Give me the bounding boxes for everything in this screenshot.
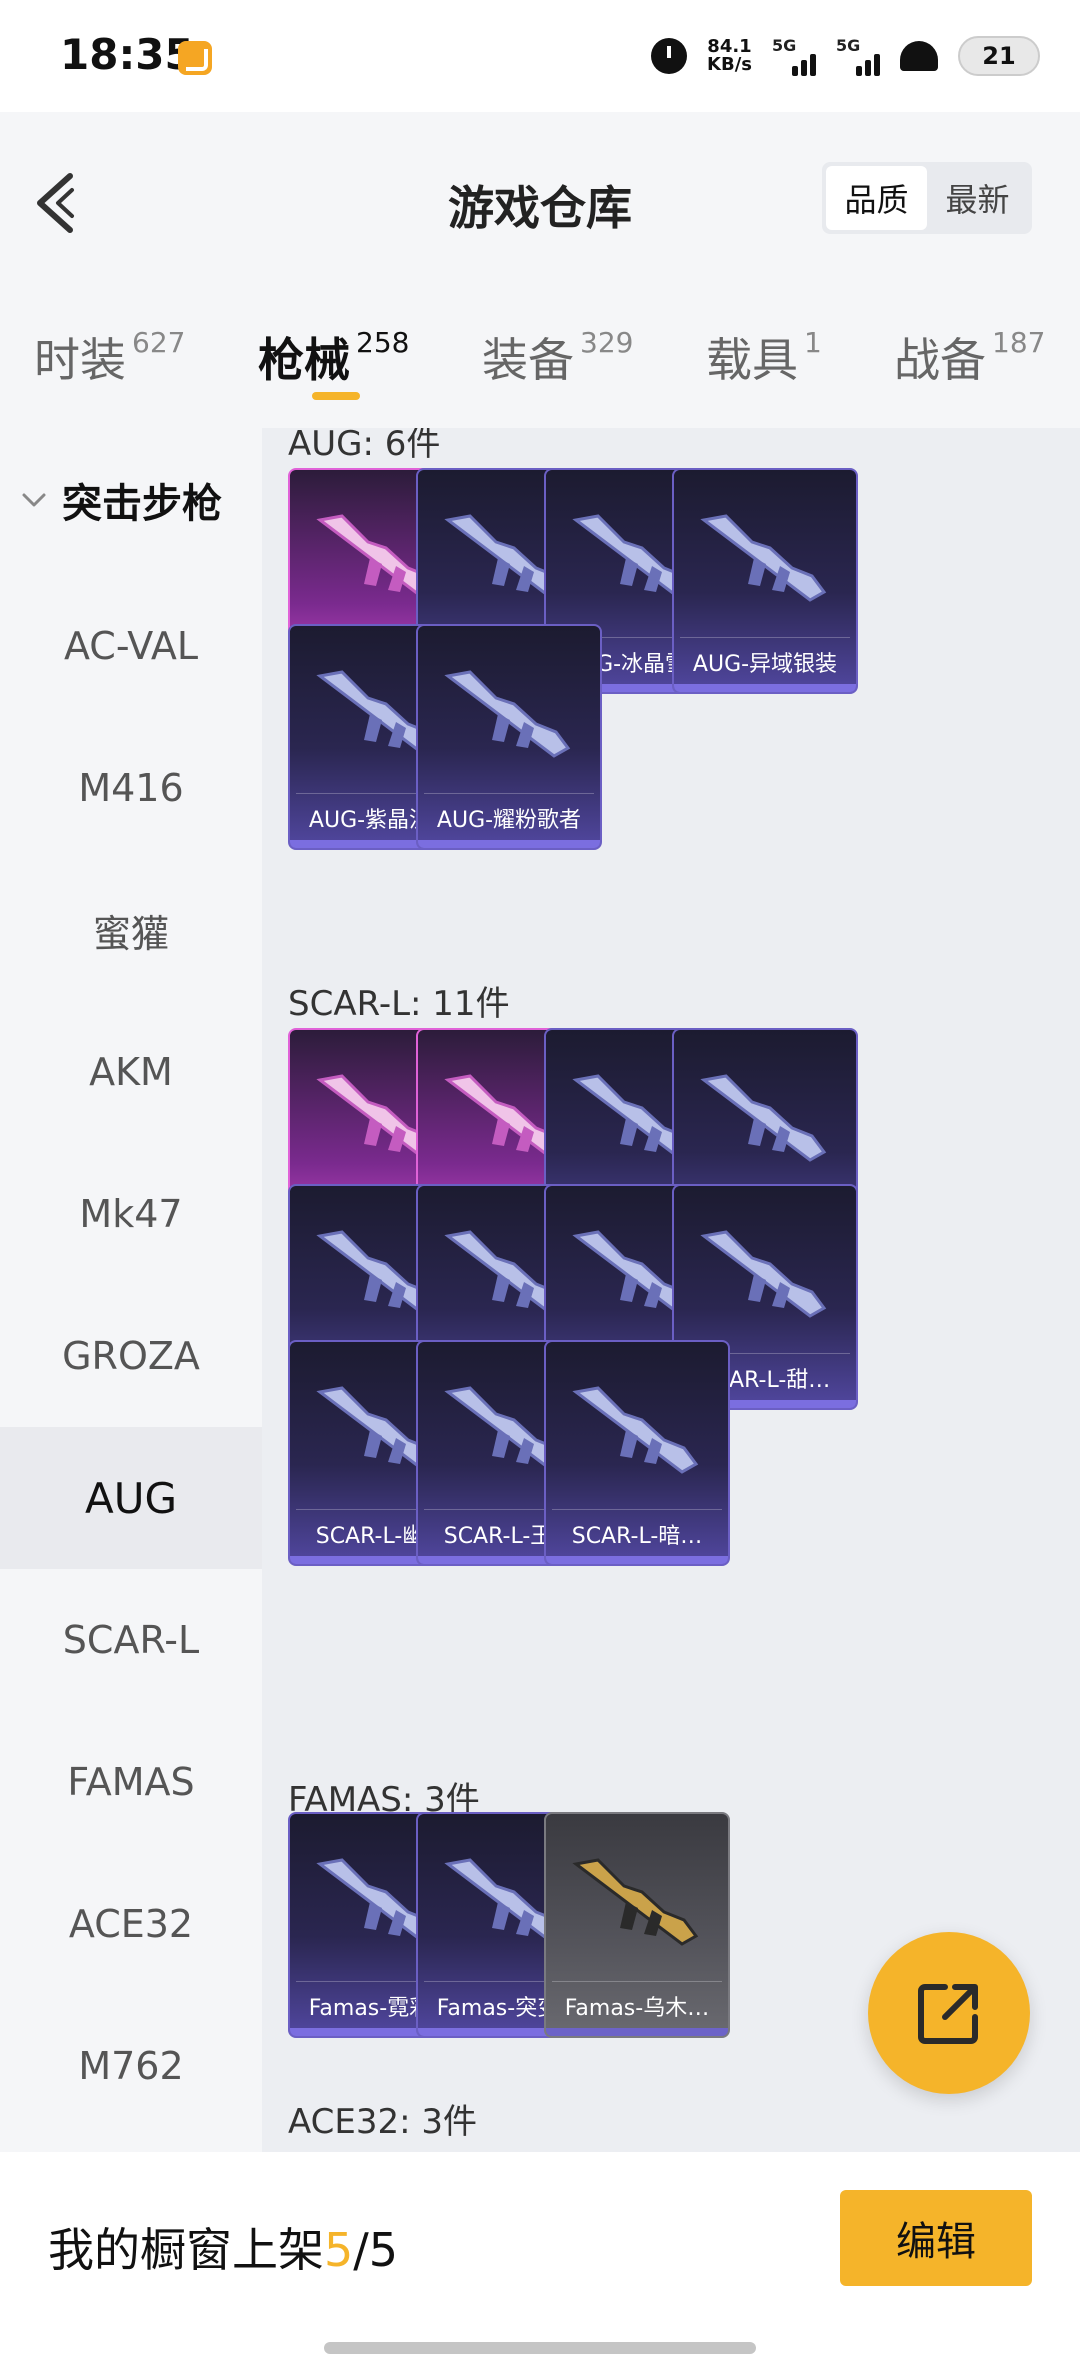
weapon-card[interactable]: Famas-乌木…: [544, 1812, 730, 2038]
card-divider: [552, 1981, 722, 1982]
sidebar-item-m762[interactable]: M762: [0, 1995, 262, 2137]
sidebar-item-scar-l[interactable]: SCAR-L: [0, 1569, 262, 1711]
sort-toggle: 品质 最新: [822, 162, 1032, 234]
card-divider: [424, 793, 594, 794]
sort-quality-button[interactable]: 品质: [826, 166, 927, 230]
section-title-ace32: ACE32: 3件: [288, 2102, 478, 2142]
weapon-image: [572, 1386, 699, 1474]
category-tabs: 时装 627 枪械 258 装备 329 载具 1 战备 187: [0, 288, 1080, 428]
tab-combat-gear[interactable]: 战备 187: [894, 324, 1045, 390]
sidebar-item-ace32[interactable]: ACE32: [0, 1853, 262, 1995]
weapon-card[interactable]: SCAR-L-暗…: [544, 1340, 730, 1566]
signal-icon-1: 5G: [772, 36, 816, 76]
showcase-status: 我的橱窗上架5/5: [48, 2223, 399, 2277]
rarity-bar: [418, 840, 600, 848]
sidebar-item-akm[interactable]: AKM: [0, 1001, 262, 1143]
weapon-image: [572, 1858, 699, 1946]
share-button[interactable]: [868, 1932, 1030, 2094]
sidebar-item-mk47[interactable]: Mk47: [0, 1143, 262, 1285]
weapon-card[interactable]: AUG-异域银装: [672, 468, 858, 694]
status-time: 18:35: [60, 30, 194, 79]
sidebar-item-m416[interactable]: M416: [0, 717, 262, 859]
sidebar-item-famas[interactable]: FAMAS: [0, 1711, 262, 1853]
back-arrow-icon[interactable]: [28, 168, 88, 238]
card-divider: [552, 1509, 722, 1510]
status-bar: 18:35 84.1 KB/s 5G 5G 21: [0, 0, 1080, 112]
signal-icon-2: 5G: [836, 36, 880, 76]
sidebar-group-assault-rifles[interactable]: 突击步枪: [0, 458, 262, 542]
home-indicator: [324, 2342, 756, 2354]
weapon-name: AUG-异域银装: [692, 652, 838, 677]
weapon-card[interactable]: AUG-耀粉歌者: [416, 624, 602, 850]
tab-equipment[interactable]: 装备 329: [482, 324, 633, 390]
alarm-icon: [651, 38, 688, 74]
weapon-image: [444, 670, 571, 758]
chevron-down-icon: [22, 493, 46, 507]
card-divider: [680, 637, 850, 638]
section-title-scar-l: SCAR-L: 11件: [288, 984, 510, 1024]
weapon-name: Famas-乌木…: [564, 1996, 710, 2021]
weapon-name: SCAR-L-暗…: [571, 1524, 703, 1549]
edit-button[interactable]: 编辑: [840, 2190, 1032, 2286]
sidebar-item-aug[interactable]: AUG: [0, 1427, 262, 1569]
status-icons: 84.1 KB/s 5G 5G 21: [651, 32, 1040, 80]
rarity-bar: [546, 1556, 728, 1564]
sidebar-item-groza[interactable]: GROZA: [0, 1285, 262, 1427]
network-speed: 84.1 KB/s: [707, 36, 752, 75]
sidebar-item-ac-val[interactable]: AC-VAL: [0, 575, 262, 717]
rarity-bar: [546, 2028, 728, 2036]
weapon-grid: AUG: 6件 SCAR-L: 11件 FAMAS: 3件 ACE32: 3件 …: [262, 428, 1080, 2152]
weapon-image: [700, 1074, 827, 1162]
weapon-image: [700, 514, 827, 602]
sort-latest-button[interactable]: 最新: [927, 166, 1028, 230]
header: 游戏仓库 品质 最新: [0, 112, 1080, 288]
tab-fashion[interactable]: 时装 627: [34, 324, 185, 390]
weapon-image: [700, 1230, 827, 1318]
section-title-aug: AUG: 6件: [288, 428, 441, 464]
weapon-name: AUG-耀粉歌者: [436, 808, 582, 833]
tab-vehicles[interactable]: 载具 1: [706, 324, 822, 390]
weapon-type-sidebar: 突击步枪 AC-VAL M416 蜜獾 AKM Mk47 GROZA AUG S…: [0, 428, 262, 2152]
tab-firearms[interactable]: 枪械 258: [258, 324, 409, 390]
app-notification-icon: [178, 41, 212, 75]
rarity-bar: [674, 684, 856, 692]
battery-icon: 21: [958, 36, 1040, 76]
wifi-icon: [900, 41, 938, 71]
sidebar-item-honey-badger[interactable]: 蜜獾: [0, 859, 262, 1001]
active-tab-indicator: [312, 392, 360, 400]
bottom-bar: 我的橱窗上架5/5 编辑: [0, 2152, 1080, 2376]
share-external-icon: [918, 1984, 978, 2044]
